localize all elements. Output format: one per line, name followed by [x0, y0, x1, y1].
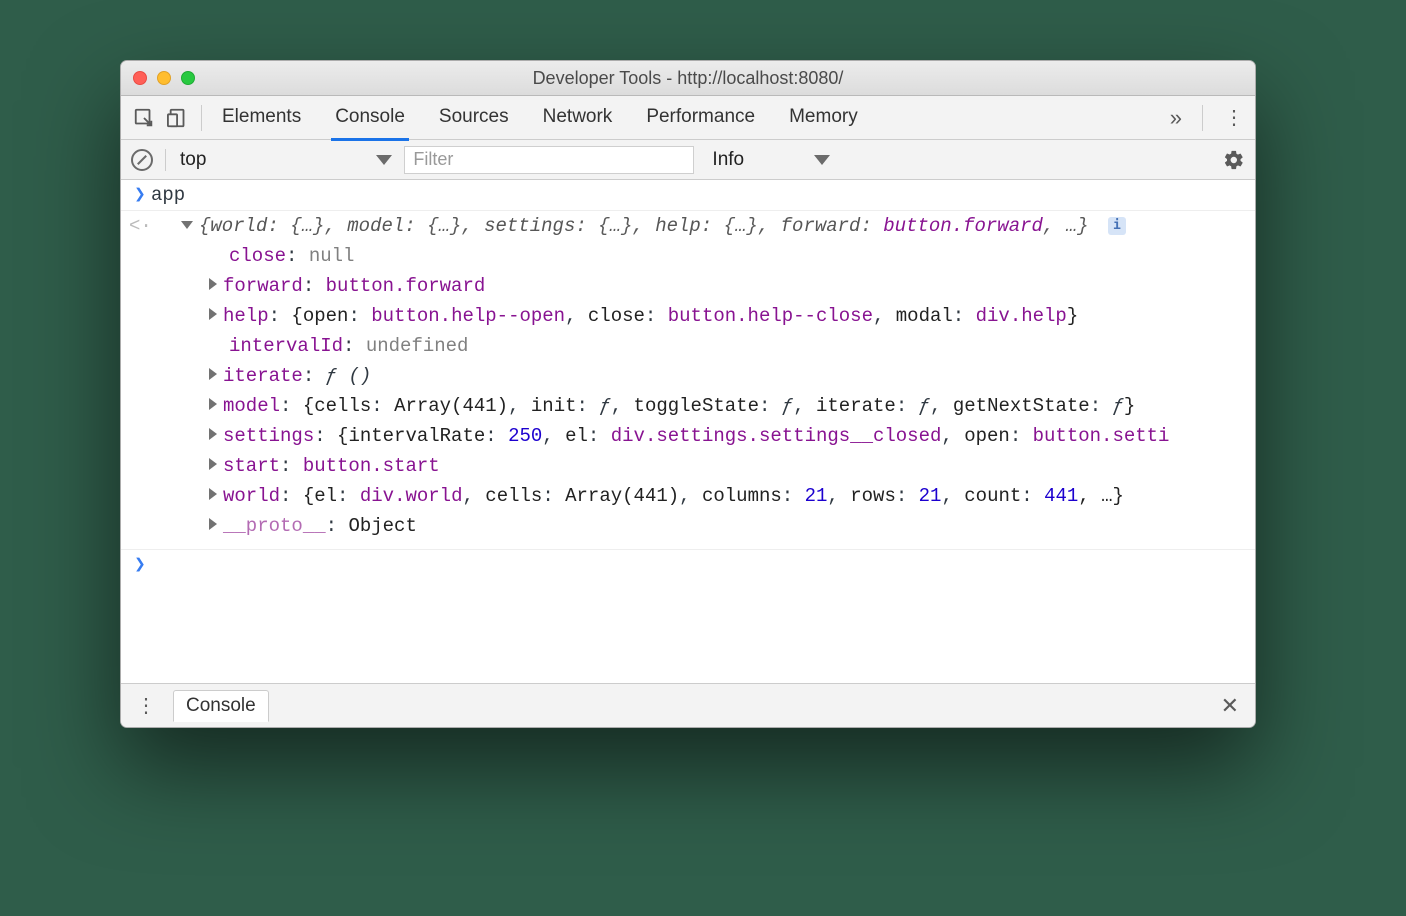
- clear-console-icon[interactable]: [131, 149, 153, 171]
- divider: [201, 105, 202, 131]
- prop-help[interactable]: help: {open: button.help--open, close: b…: [121, 301, 1255, 331]
- chevron-down-icon: [814, 155, 830, 165]
- console-toolbar: top Info: [121, 140, 1255, 180]
- prop-close[interactable]: close: null: [121, 241, 1255, 271]
- disclosure-open-icon[interactable]: [181, 221, 193, 229]
- tab-performance[interactable]: Performance: [646, 98, 755, 138]
- tab-network[interactable]: Network: [543, 98, 613, 138]
- disclosure-icon[interactable]: [209, 308, 217, 320]
- log-level-value: Info: [712, 149, 744, 171]
- drawer-tab-console[interactable]: Console: [173, 690, 269, 722]
- filter-input[interactable]: [404, 146, 694, 174]
- prop-forward[interactable]: forward: button.forward: [121, 271, 1255, 301]
- prop-model[interactable]: model: {cells: Array(441), init: ƒ, togg…: [121, 391, 1255, 421]
- prop-start[interactable]: start: button.start: [121, 451, 1255, 481]
- panel-tabs: Elements Console Sources Network Perform…: [222, 98, 1156, 138]
- prop-settings[interactable]: settings: {intervalRate: 250, el: div.se…: [121, 421, 1255, 451]
- console-settings-icon[interactable]: [1223, 149, 1245, 171]
- disclosure-icon[interactable]: [209, 428, 217, 440]
- prop-world[interactable]: world: {el: div.world, cells: Array(441)…: [121, 481, 1255, 511]
- object-summary: {world: {…}, model: {…}, settings: {…}, …: [199, 215, 1089, 237]
- drawer-menu-icon[interactable]: ⋮: [131, 693, 161, 718]
- prompt-icon: ❯: [129, 180, 151, 210]
- disclosure-icon[interactable]: [209, 458, 217, 470]
- kebab-menu-icon[interactable]: ⋮: [1219, 105, 1249, 130]
- tab-memory[interactable]: Memory: [789, 98, 858, 138]
- close-window-button[interactable]: [133, 71, 147, 85]
- device-toolbar-icon[interactable]: [161, 101, 195, 135]
- console-prompt[interactable]: ❯: [121, 549, 1255, 580]
- window-title: Developer Tools - http://localhost:8080/: [121, 68, 1255, 89]
- console-input-row[interactable]: ❯ app: [121, 180, 1255, 211]
- panel-tabbar: Elements Console Sources Network Perform…: [121, 96, 1255, 140]
- close-drawer-icon[interactable]: ✕: [1215, 693, 1245, 719]
- prop-intervalid[interactable]: intervalId: undefined: [121, 331, 1255, 361]
- traffic-lights: [133, 71, 195, 85]
- prompt-icon: ❯: [129, 550, 151, 580]
- prop-proto[interactable]: __proto__: Object: [121, 511, 1255, 541]
- tab-console[interactable]: Console: [335, 98, 405, 138]
- divider: [1202, 105, 1203, 131]
- titlebar: Developer Tools - http://localhost:8080/: [121, 61, 1255, 96]
- info-badge-icon[interactable]: i: [1108, 217, 1126, 235]
- chevron-down-icon: [376, 155, 392, 165]
- minimize-window-button[interactable]: [157, 71, 171, 85]
- inspect-element-icon[interactable]: [127, 101, 161, 135]
- disclosure-icon[interactable]: [209, 278, 217, 290]
- context-value: top: [180, 149, 206, 171]
- disclosure-icon[interactable]: [209, 518, 217, 530]
- disclosure-icon[interactable]: [209, 488, 217, 500]
- context-selector[interactable]: top: [165, 149, 392, 171]
- log-level-selector[interactable]: Info: [706, 149, 830, 171]
- return-icon: <·: [129, 211, 151, 241]
- console-output: ❯ app <· {world: {…}, model: {…}, settin…: [121, 180, 1255, 683]
- tab-elements[interactable]: Elements: [222, 98, 301, 138]
- prop-iterate[interactable]: iterate: ƒ (): [121, 361, 1255, 391]
- devtools-window: Developer Tools - http://localhost:8080/…: [120, 60, 1256, 728]
- zoom-window-button[interactable]: [181, 71, 195, 85]
- more-tabs-icon[interactable]: »: [1156, 105, 1196, 131]
- drawer-bar: ⋮ Console ✕: [121, 683, 1255, 727]
- console-result-summary[interactable]: <· {world: {…}, model: {…}, settings: {……: [121, 211, 1255, 241]
- disclosure-icon[interactable]: [209, 368, 217, 380]
- tab-sources[interactable]: Sources: [439, 98, 509, 138]
- disclosure-icon[interactable]: [209, 398, 217, 410]
- console-input-text: app: [151, 180, 1247, 210]
